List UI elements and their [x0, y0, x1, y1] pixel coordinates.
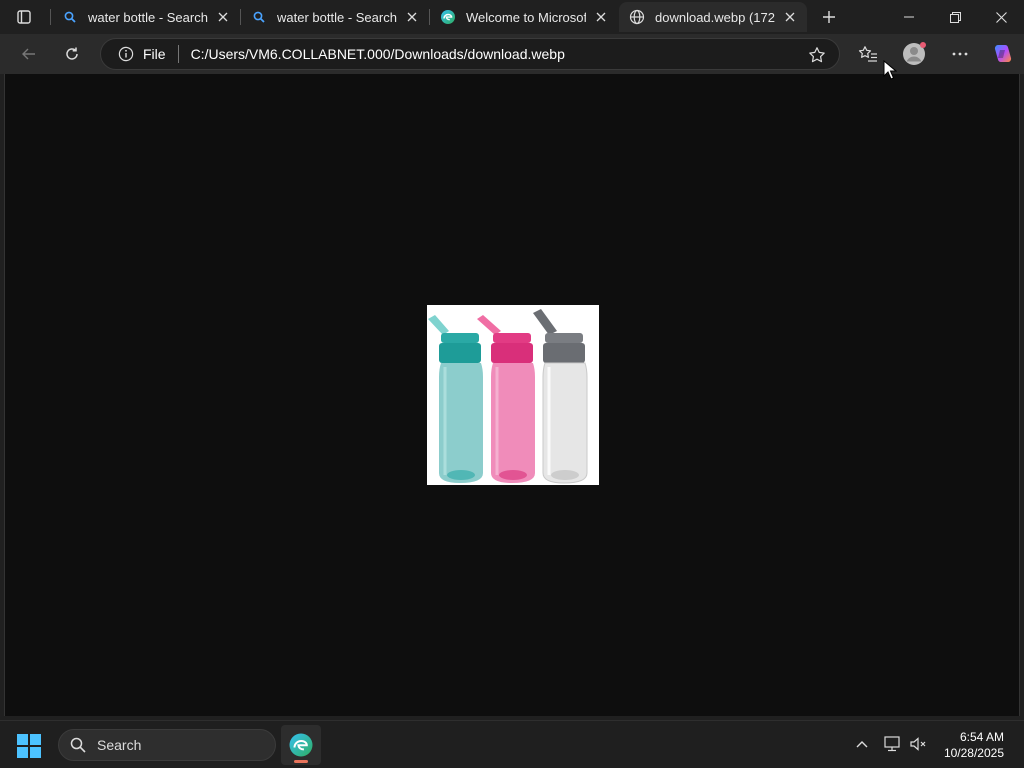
refresh-icon: [66, 47, 78, 60]
water-bottles-image: [428, 309, 588, 484]
start-button[interactable]: [16, 733, 42, 759]
browser-toolbar: File C:/Users/VM6.COLLABNET.000/Download…: [0, 34, 1024, 74]
taskbar-search-box[interactable]: Search: [58, 729, 276, 761]
more-dots-icon: [952, 52, 968, 56]
show-hidden-icons-button[interactable]: [851, 733, 873, 755]
tab-strip: water bottle - Search water bottle - Sea…: [0, 0, 1024, 34]
tab-title: download.webp (172×1: [655, 9, 775, 25]
windows-logo-icon: [17, 734, 41, 758]
close-window-button[interactable]: [978, 0, 1024, 34]
close-icon: [995, 11, 1007, 23]
tab-water-bottle-search[interactable]: water bottle - Search: [52, 2, 240, 32]
volume-tray-button[interactable]: [907, 733, 929, 755]
running-indicator: [294, 760, 308, 763]
address-divider: [177, 45, 179, 63]
tab-close-icon[interactable]: [403, 8, 421, 26]
add-favorite-star-icon[interactable]: [807, 45, 827, 65]
bing-search-icon: [251, 9, 267, 25]
address-bar[interactable]: File C:/Users/VM6.COLLABNET.000/Download…: [100, 38, 840, 70]
tab-separator: [50, 9, 51, 25]
tab-title: water bottle - Search: [88, 9, 208, 25]
taskbar-clock[interactable]: 6:54 AM 10/28/2025: [944, 729, 1004, 761]
minimize-icon: [904, 16, 914, 18]
site-scheme-label[interactable]: File: [143, 46, 166, 62]
monitor-icon: [884, 736, 900, 752]
tab-title: Welcome to Microsoft E: [466, 9, 586, 25]
tab-close-icon[interactable]: [592, 8, 610, 26]
displayed-image[interactable]: [427, 305, 599, 485]
edge-icon: [440, 9, 456, 25]
tab-actions-button[interactable]: [10, 6, 38, 28]
page-viewport: [4, 74, 1020, 716]
speaker-muted-icon: [910, 737, 926, 751]
info-icon[interactable]: [117, 45, 135, 63]
favorites-icon: [858, 46, 877, 62]
tab-close-icon[interactable]: [214, 8, 232, 26]
taskbar-search-label: Search: [97, 737, 142, 753]
avatar-icon: [903, 42, 926, 65]
taskbar-edge-app[interactable]: [281, 725, 321, 765]
tab-actions-icon: [17, 10, 31, 24]
display-tray-button[interactable]: [882, 733, 904, 755]
tab-title: water bottle - Search Im: [277, 9, 397, 25]
plus-icon: [823, 11, 835, 23]
copilot-icon: [994, 45, 1012, 62]
search-icon: [69, 736, 87, 754]
taskbar: Search 6:54 AM 10/28/2025: [0, 720, 1024, 768]
url-text[interactable]: C:/Users/VM6.COLLABNET.000/Downloads/dow…: [191, 46, 565, 62]
clock-time: 6:54 AM: [959, 730, 1004, 744]
refresh-button[interactable]: [57, 39, 87, 69]
mouse-cursor-icon: [883, 60, 897, 80]
globe-icon: [629, 9, 645, 25]
restore-button[interactable]: [932, 0, 978, 34]
bing-search-icon: [62, 9, 78, 25]
profile-button[interactable]: [899, 39, 929, 69]
back-arrow-icon: [22, 48, 35, 60]
back-button[interactable]: [14, 39, 44, 69]
restore-icon: [949, 11, 961, 23]
copilot-button[interactable]: [987, 39, 1017, 69]
clock-date: 10/28/2025: [943, 746, 1004, 760]
tab-close-icon[interactable]: [781, 8, 799, 26]
tab-download-webp[interactable]: download.webp (172×1: [619, 2, 807, 32]
new-tab-button[interactable]: [818, 6, 840, 28]
settings-more-button[interactable]: [945, 39, 975, 69]
chevron-up-icon: [856, 741, 868, 748]
edge-icon: [289, 733, 313, 757]
tab-welcome-edge[interactable]: Welcome to Microsoft E: [430, 2, 618, 32]
minimize-button[interactable]: [886, 0, 932, 34]
favorites-button[interactable]: [853, 39, 883, 69]
tab-water-bottle-search-images[interactable]: water bottle - Search Im: [241, 2, 429, 32]
